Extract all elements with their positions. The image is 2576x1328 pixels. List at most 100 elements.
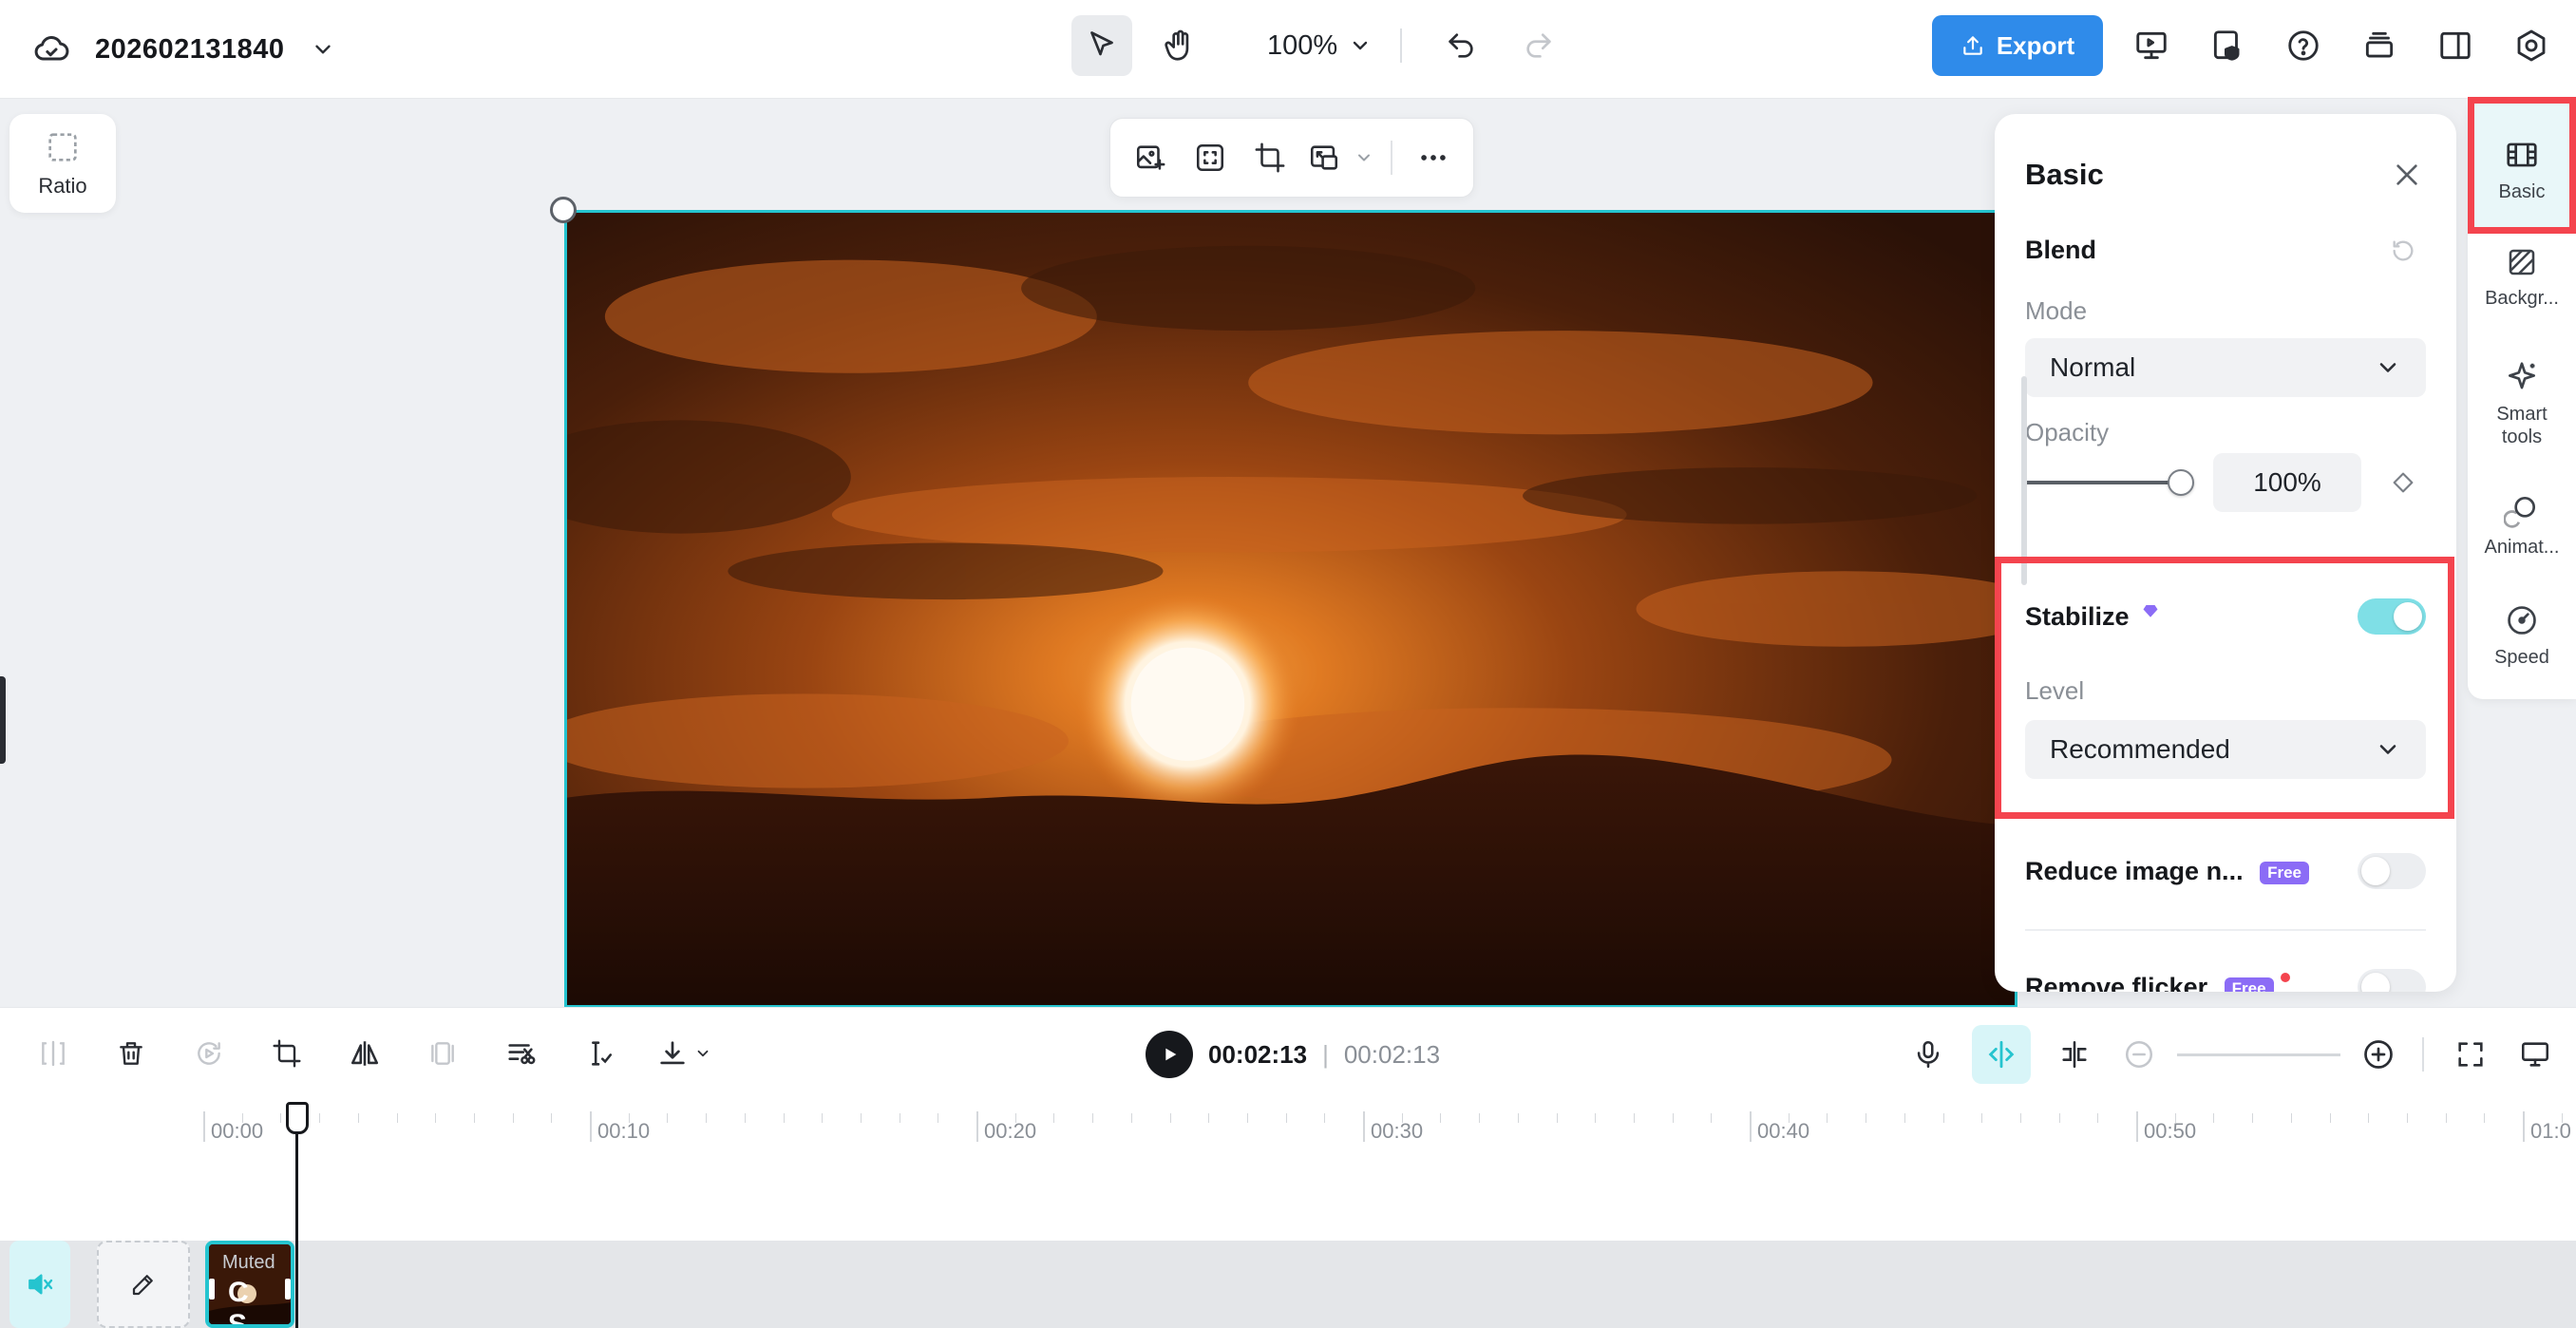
- video-preview[interactable]: [564, 210, 2017, 1008]
- keyframe-diamond-icon[interactable]: [2388, 467, 2418, 498]
- rail-item-background[interactable]: Backgr...: [2468, 245, 2576, 310]
- stabilize-toggle[interactable]: [2358, 598, 2426, 635]
- playhead-line[interactable]: [295, 1117, 298, 1328]
- rail-label: Speed: [2494, 647, 2549, 668]
- play-button[interactable]: [1146, 1031, 1193, 1078]
- divider: [2422, 1037, 2424, 1072]
- clip-trim-handle-left[interactable]: [209, 1279, 215, 1300]
- video-track[interactable]: [0, 1241, 2576, 1328]
- ruler-tick: [1440, 1113, 1441, 1123]
- ruler-tick: [667, 1113, 668, 1123]
- download-icon[interactable]: [650, 1027, 718, 1080]
- hand-pan-icon[interactable]: [1149, 15, 1210, 76]
- ruler-tick: [2368, 1113, 2369, 1123]
- ruler-tick: [1170, 1113, 1171, 1123]
- project-title[interactable]: 202602131840: [95, 34, 285, 66]
- film-icon: [2507, 142, 2537, 167]
- replay-icon[interactable]: [182, 1027, 236, 1080]
- split-center-icon[interactable]: [2048, 1028, 2101, 1081]
- rail-label: Backgr...: [2485, 288, 2559, 309]
- export-button[interactable]: Export: [1932, 15, 2103, 76]
- free-badge: Free: [2224, 977, 2274, 992]
- clip-trim-handle-right[interactable]: [285, 1279, 291, 1300]
- help-icon[interactable]: [2276, 18, 2331, 73]
- microphone-icon[interactable]: [1902, 1028, 1955, 1081]
- reset-icon[interactable]: [2388, 236, 2418, 266]
- ruler-label: 00:00: [211, 1119, 264, 1143]
- opacity-slider-track[interactable]: [2025, 481, 2185, 484]
- remove-flicker-toggle[interactable]: [2358, 969, 2426, 992]
- crop-icon[interactable]: [260, 1027, 313, 1080]
- ruler-tick: [2291, 1113, 2292, 1123]
- rail-label: Smart tools: [2496, 404, 2548, 447]
- chevron-down-icon[interactable]: [1353, 131, 1375, 184]
- resize-handle[interactable]: [550, 197, 577, 223]
- fit-frame-icon[interactable]: [1184, 131, 1236, 184]
- opacity-input[interactable]: 100%: [2213, 453, 2361, 512]
- edit-cover-button[interactable]: [97, 1241, 190, 1328]
- split-audio-icon[interactable]: [494, 1027, 547, 1080]
- shield-check-icon[interactable]: [2200, 18, 2255, 73]
- split-layout-icon[interactable]: [2428, 18, 2483, 73]
- ruler-tick: [551, 1113, 552, 1123]
- rail-item-speed[interactable]: Speed: [2468, 602, 2576, 669]
- crop-icon[interactable]: [1243, 131, 1296, 184]
- ruler-tick: [513, 1113, 514, 1123]
- snap-magnet-icon[interactable]: [1972, 1025, 2031, 1084]
- ruler-tick: [1131, 1113, 1132, 1123]
- ratio-frame-icon: [48, 133, 77, 161]
- replace-image-icon[interactable]: [1124, 131, 1176, 184]
- rail-item-basic[interactable]: Basic: [2468, 101, 2576, 230]
- stabilize-label: Stabilize: [2025, 602, 2130, 631]
- chevron-down-icon: [1353, 41, 1368, 50]
- rail-item-smart-tools[interactable]: Smart tools: [2468, 359, 2576, 448]
- ruler-tick: [1518, 1113, 1519, 1123]
- ratio-button[interactable]: Ratio: [9, 114, 116, 213]
- reduce-noise-toggle[interactable]: [2358, 853, 2426, 889]
- zoom-select[interactable]: 100%: [1267, 30, 1372, 62]
- undo-icon[interactable]: [1430, 15, 1491, 76]
- playhead-handle[interactable]: [286, 1102, 309, 1134]
- panel-scrollbar[interactable]: [2021, 376, 2027, 585]
- rail-item-animation[interactable]: Animat...: [2468, 492, 2576, 559]
- mode-select[interactable]: Normal: [2025, 338, 2426, 397]
- cloud-sync-icon[interactable]: [28, 27, 74, 72]
- timeline-zoom-slider[interactable]: [2177, 1053, 2340, 1056]
- ruler-tick: [1711, 1113, 1712, 1123]
- timeline-ruler[interactable]: 00:00 00:10 00:20 00:30 00:40 00:50 01:0: [0, 1100, 2576, 1241]
- ruler-tick: [1827, 1113, 1828, 1123]
- level-select[interactable]: Recommended: [2025, 720, 2426, 779]
- level-label: Level: [2025, 676, 2085, 705]
- settings-icon[interactable]: [2504, 18, 2559, 73]
- ruler-tick: [1208, 1113, 1209, 1123]
- close-icon[interactable]: [2384, 152, 2430, 198]
- video-clip[interactable]: Muted C S: [205, 1241, 294, 1328]
- redo-icon[interactable]: [1508, 15, 1569, 76]
- ratio-label: Ratio: [38, 174, 87, 198]
- layers-stack-icon[interactable]: [2352, 18, 2407, 73]
- toggle-knob: [2361, 857, 2390, 885]
- fit-timeline-icon[interactable]: [2447, 1031, 2494, 1078]
- mute-track-button[interactable]: [9, 1241, 70, 1328]
- top-bar: 202602131840 100% Export: [0, 0, 2576, 99]
- ruler-tick: [1053, 1113, 1054, 1123]
- text-cursor-icon[interactable]: [572, 1027, 625, 1080]
- select-pointer-icon[interactable]: [1071, 15, 1132, 76]
- split-icon[interactable]: [27, 1027, 80, 1080]
- screen-preview-icon[interactable]: [2511, 1031, 2559, 1078]
- freeze-frame-icon[interactable]: [416, 1027, 469, 1080]
- present-monitor-icon[interactable]: [2124, 18, 2179, 73]
- opacity-slider-handle[interactable]: [2168, 469, 2194, 496]
- sparkle-icon: [2508, 362, 2536, 389]
- more-options-icon[interactable]: [1408, 131, 1460, 184]
- toggle-knob: [2361, 973, 2390, 992]
- flip-icon[interactable]: [338, 1027, 391, 1080]
- left-panel-handle[interactable]: [0, 676, 6, 764]
- zoom-in-icon[interactable]: [2358, 1034, 2399, 1075]
- chevron-down-icon[interactable]: [306, 32, 340, 66]
- picture-in-picture-icon[interactable]: [1304, 131, 1345, 184]
- zoom-out-icon[interactable]: [2118, 1034, 2160, 1075]
- delete-icon[interactable]: [104, 1027, 158, 1080]
- ruler-tick: [590, 1111, 592, 1142]
- muted-speaker-icon: [28, 1274, 53, 1295]
